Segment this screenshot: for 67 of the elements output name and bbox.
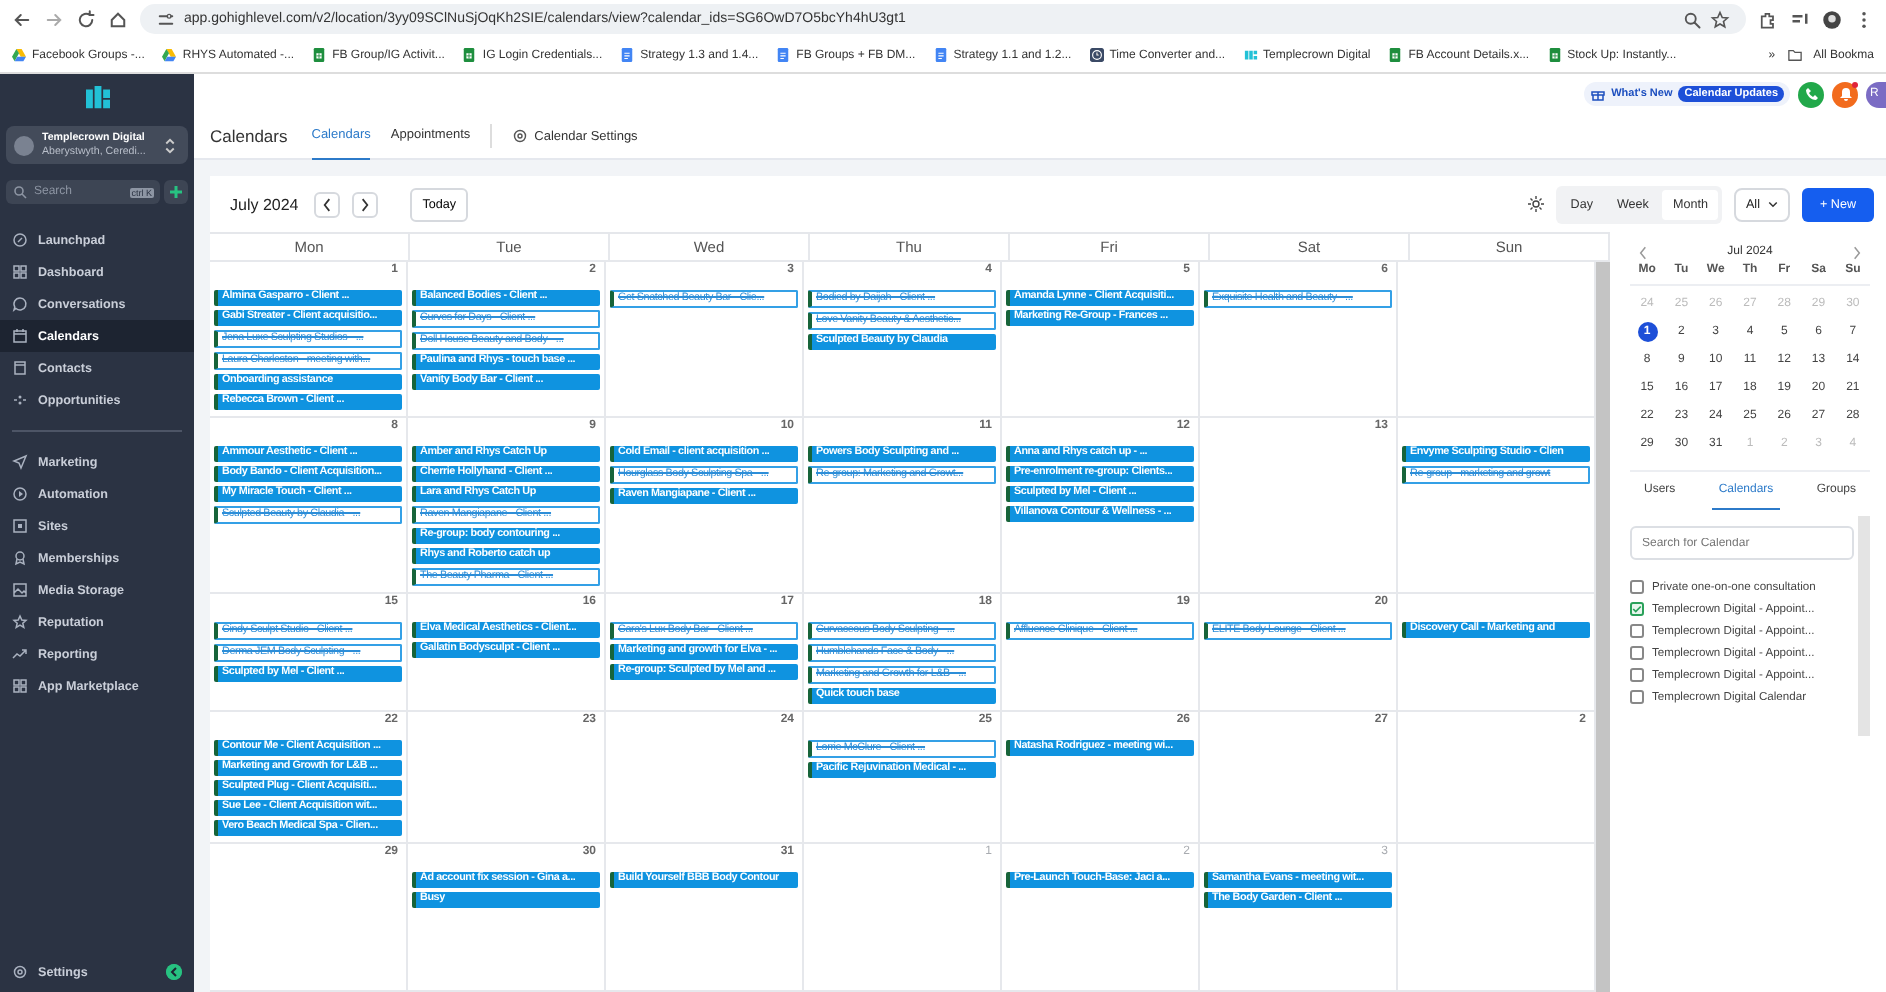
- previous-button[interactable]: [314, 191, 341, 217]
- checkbox[interactable]: [1630, 624, 1644, 638]
- notifications-button[interactable]: [1832, 81, 1858, 107]
- extensions-icon[interactable]: [1758, 9, 1778, 29]
- chevron-right-icon[interactable]: [1852, 245, 1862, 259]
- dots-icon: [12, 392, 28, 408]
- search-icon: [12, 184, 28, 200]
- scrollbar[interactable]: [1596, 262, 1610, 992]
- zoom-icon[interactable]: [1682, 9, 1702, 29]
- sheet-icon: [312, 48, 327, 62]
- grid-icon: [12, 264, 28, 280]
- media-icon[interactable]: [1790, 9, 1810, 29]
- checkbox[interactable]: [1630, 580, 1644, 594]
- home-icon[interactable]: [108, 9, 128, 29]
- caret-icon: [1767, 197, 1778, 211]
- ribbon-icon: [12, 550, 28, 566]
- document-icon: [776, 48, 791, 62]
- add-button[interactable]: [164, 180, 188, 204]
- image-icon: [12, 582, 28, 598]
- page-title: Calendars: [210, 126, 288, 146]
- contact-card-icon: [12, 360, 28, 376]
- document-icon: [933, 48, 948, 62]
- window-icon: [12, 518, 28, 534]
- next-button[interactable]: [352, 191, 379, 217]
- star-icon: [12, 614, 28, 630]
- sun-icon[interactable]: [1528, 196, 1545, 212]
- scrollbar[interactable]: [1858, 516, 1870, 736]
- phone-button[interactable]: [1798, 81, 1824, 107]
- logo-icon: [1243, 48, 1258, 62]
- site-settings-icon[interactable]: [156, 9, 176, 29]
- checkbox[interactable]: [1630, 690, 1644, 704]
- chevron-left-icon: [322, 197, 333, 211]
- star-icon[interactable]: [1710, 9, 1730, 29]
- profile-icon[interactable]: [1822, 9, 1842, 29]
- calendar-icon: [12, 328, 28, 344]
- collapse-icon[interactable]: [166, 964, 182, 980]
- plus-icon: [168, 184, 184, 200]
- checkbox[interactable]: [1630, 602, 1644, 616]
- document-icon: [620, 48, 635, 62]
- sheet-icon: [1388, 48, 1403, 62]
- chevron-left-icon[interactable]: [1638, 245, 1648, 259]
- send-icon: [12, 454, 28, 470]
- logo-icon: [83, 86, 111, 110]
- sort-icon: [160, 135, 180, 155]
- back-icon[interactable]: [12, 9, 32, 29]
- checkbox[interactable]: [1630, 646, 1644, 660]
- settings-icon[interactable]: [512, 128, 529, 144]
- trend-icon: [12, 646, 28, 662]
- bell-icon: [1837, 86, 1853, 102]
- chevron-right-icon: [360, 197, 371, 211]
- sheet-icon: [462, 48, 477, 62]
- checkbox[interactable]: [1630, 668, 1644, 682]
- folder-icon: [1787, 48, 1802, 62]
- clock-icon: [1089, 48, 1104, 62]
- drive-icon: [12, 48, 26, 62]
- notification-dot: [1852, 81, 1858, 87]
- phone-icon: [1803, 86, 1819, 102]
- avatar-icon: [14, 135, 34, 155]
- sheet-icon: [1547, 48, 1562, 62]
- month-title: July 2024: [230, 195, 299, 213]
- drive-icon: [162, 48, 177, 62]
- circle-icon: [12, 232, 28, 248]
- play-circle-icon: [12, 486, 28, 502]
- chat-icon: [12, 296, 28, 312]
- settings-icon: [12, 964, 28, 980]
- reload-icon[interactable]: [76, 9, 96, 29]
- grid-icon: [12, 678, 28, 694]
